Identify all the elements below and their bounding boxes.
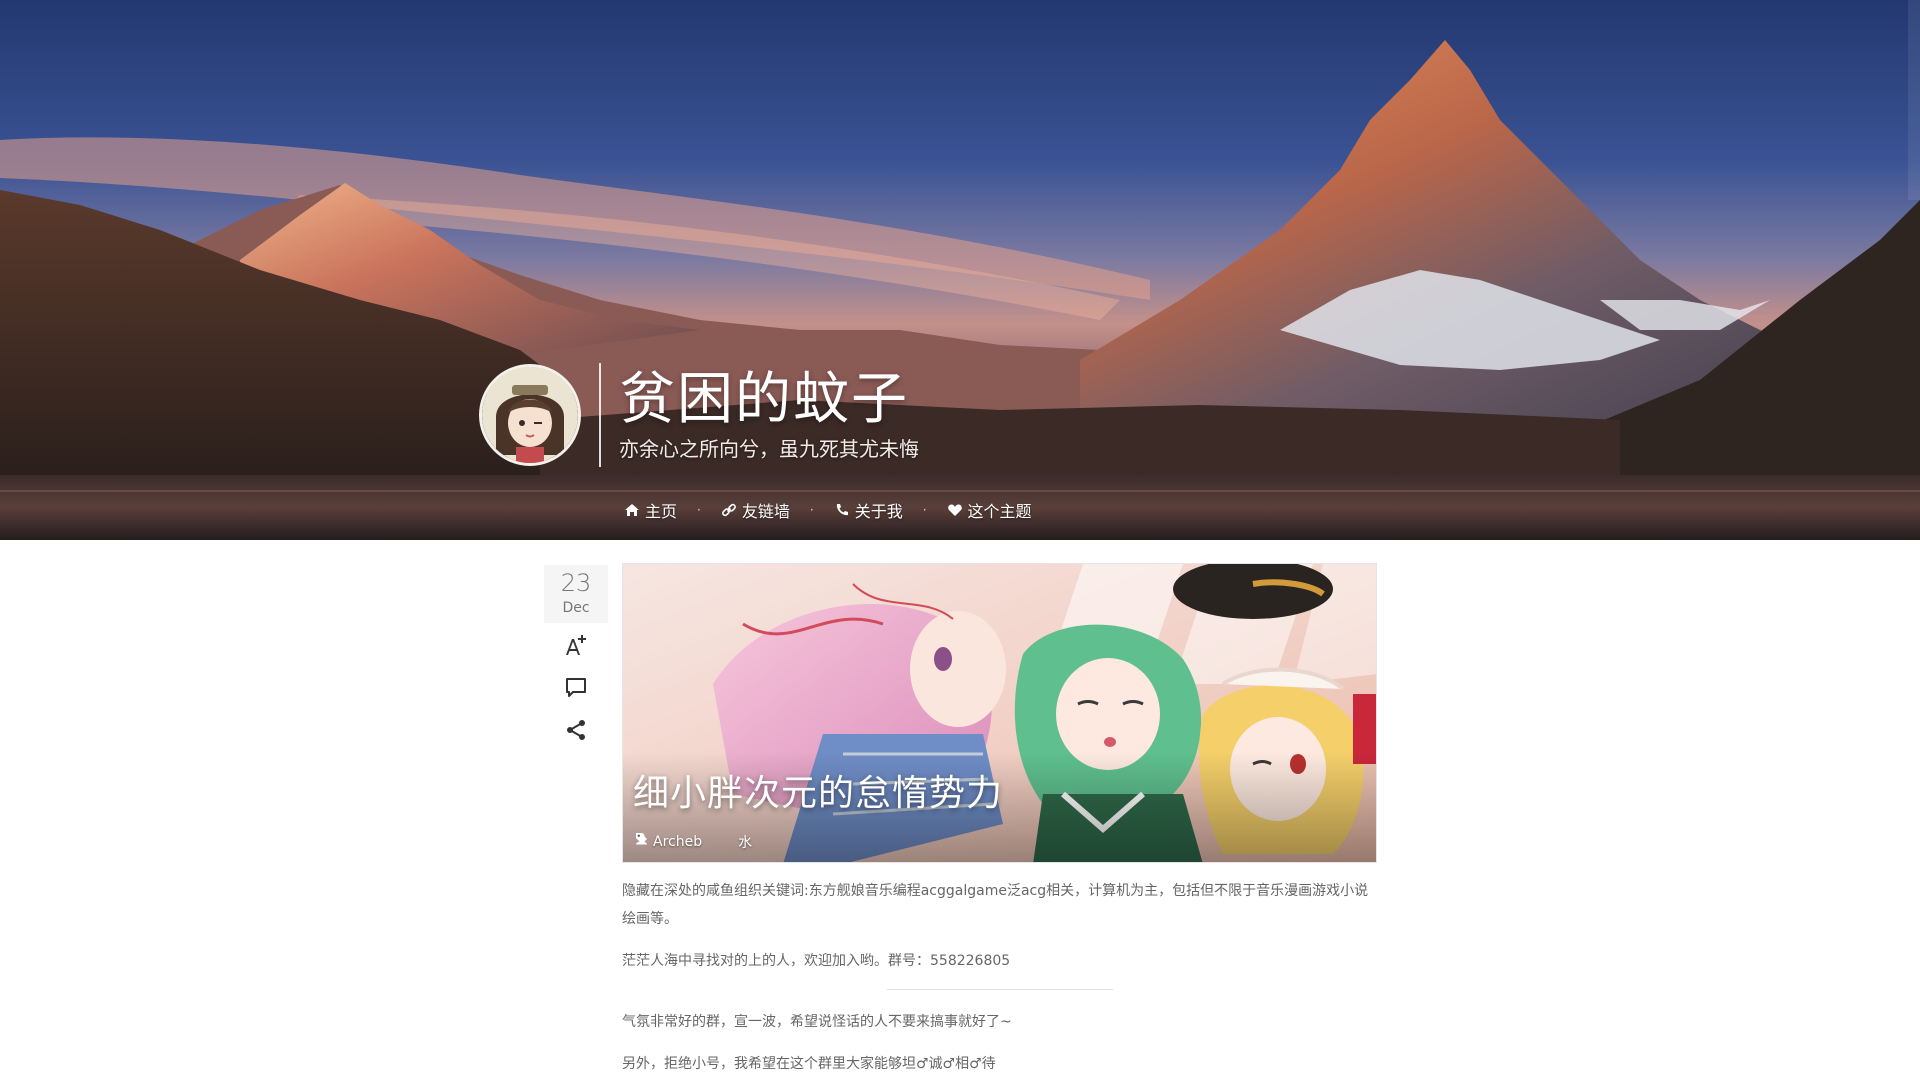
post-date-day: 23 [560, 569, 592, 597]
comment-icon [564, 676, 588, 704]
font-size-button[interactable] [544, 627, 608, 669]
tag-icon [636, 833, 727, 849]
nav-separator: · [809, 503, 814, 517]
brand-text: 贫困的蚊子 亦余心之所向兮，虽九死其尤未悔 [619, 367, 919, 463]
scrollbar[interactable] [1908, 0, 1920, 200]
site-brand: 贫困的蚊子 亦余心之所向兮，虽九死其尤未悔 [479, 360, 919, 470]
nav-item-label: 这个主题 [967, 502, 1032, 521]
post-tag[interactable]: 水 [738, 832, 752, 852]
post-paragraph: 隐藏在深处的咸鱼组织关键词:东方舰娘音乐编程acggalgame泛acg相关，计… [622, 883, 1369, 927]
main-nav: 主页 · 友链墙 · 关于我 · 这个主题 [624, 498, 1032, 522]
nav-item-label: 友链墙 [741, 502, 790, 521]
nav-item-links[interactable]: 友链墙 [721, 498, 790, 522]
post-card: 细小胖次元的怠惰势力 Archeb 水 隐藏在深处的咸鱼组织关键词:东方舰娘音乐… [622, 563, 1377, 1092]
heart-icon [947, 502, 963, 518]
post-title[interactable]: 细小胖次元的怠惰势力 [633, 772, 1003, 816]
nav-item-home[interactable]: 主页 [624, 498, 677, 522]
nav-separator: · [697, 503, 701, 517]
post-meta: Archeb 水 [635, 832, 752, 852]
nav-item-about[interactable]: 关于我 [834, 498, 903, 522]
share-button[interactable] [544, 711, 608, 753]
post-date-month: Dec [562, 600, 590, 616]
brand-divider [599, 363, 601, 467]
share-icon [564, 718, 588, 746]
post-cover[interactable]: 细小胖次元的怠惰势力 Archeb 水 [622, 563, 1377, 863]
avatar[interactable] [479, 364, 581, 466]
site-subtitle: 亦余心之所向兮，虽九死其尤未悔 [619, 437, 919, 461]
post-excerpt: 隐藏在深处的咸鱼组织关键词:东方舰娘音乐编程acggalgame泛acg相关，计… [622, 863, 1377, 1078]
nav-item-label: 关于我 [854, 502, 903, 521]
link-icon [721, 502, 737, 518]
site-header: 贫困的蚊子 亦余心之所向兮，虽九死其尤未悔 主页 · 友链墙 · 关于我 · 这… [0, 0, 1920, 540]
nav-item-theme[interactable]: 这个主题 [947, 498, 1032, 522]
home-icon [624, 502, 640, 518]
post-date: 23 Dec [544, 565, 608, 623]
post-paragraph: 气氛非常好的群，宣一波，希望说怪话的人不要来搞事就好了~ [622, 1014, 1012, 1030]
comment-button[interactable] [544, 669, 608, 711]
post-meta-column: 23 Dec [544, 565, 608, 753]
post-paragraph: 另外，拒绝小号，我希望在这个群里大家能够坦♂诚♂相♂待 [622, 1056, 996, 1072]
phone-icon [834, 502, 850, 518]
nav-item-label: 主页 [645, 502, 678, 521]
header-background-image [0, 0, 1920, 540]
divider [886, 989, 1113, 990]
post-paragraph: 茫茫人海中寻找对的上的人，欢迎加入哟。群号：558226805 [622, 953, 1011, 969]
site-title[interactable]: 贫困的蚊子 [619, 367, 919, 433]
nav-separator: · [922, 503, 927, 517]
post-author[interactable]: Archeb [653, 834, 702, 850]
avatar-image [482, 367, 578, 463]
font-size-icon [563, 633, 589, 663]
